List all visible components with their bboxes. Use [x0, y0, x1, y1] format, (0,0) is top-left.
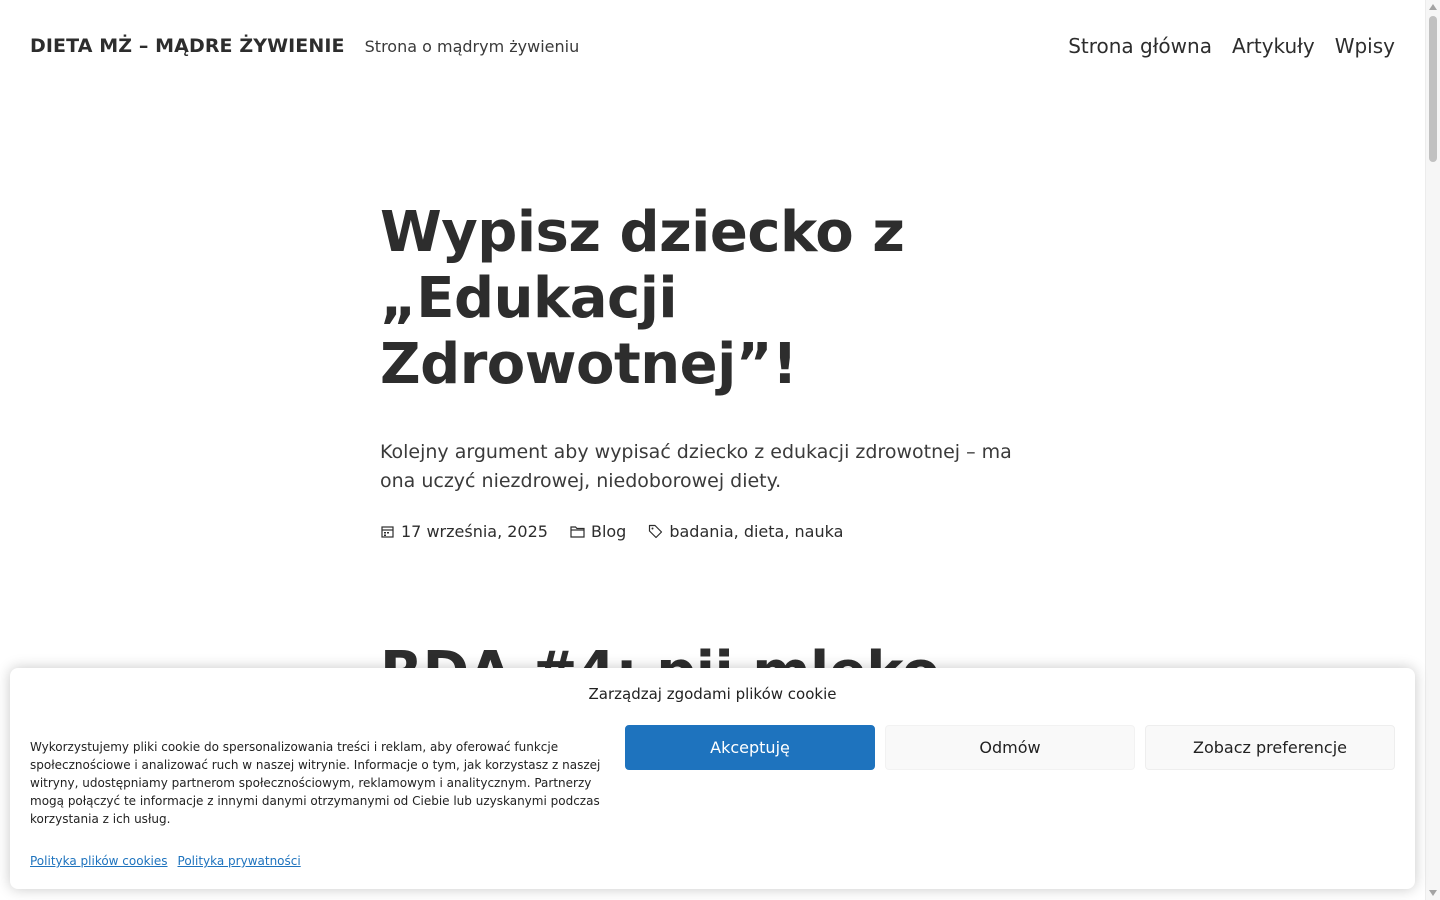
cookie-policy-link[interactable]: Polityka plików cookies [30, 854, 168, 868]
meta-tag-link[interactable]: nauka [795, 522, 844, 541]
meta-date-link[interactable]: 17 września, 2025 [401, 522, 548, 541]
cookie-banner-title: Zarządzaj zgodami plików cookie [588, 685, 837, 703]
privacy-policy-link[interactable]: Polityka prywatności [178, 854, 301, 868]
meta-tag-link[interactable]: dieta [744, 522, 785, 541]
main-nav: Strona główna Artykuły Wpisy [1068, 34, 1395, 58]
folder-icon [570, 524, 585, 539]
scroll-down-arrow-icon[interactable] [1429, 890, 1437, 896]
article-title-line-2: „Edukacji Zdrowotnej”! [380, 266, 798, 397]
site-title-link[interactable]: DIETA MŻ – MĄDRE ŻYWIENIE [30, 35, 345, 57]
deny-cookies-button[interactable]: Odmów [885, 725, 1135, 770]
meta-date: 17 września, 2025 [380, 522, 548, 541]
site-tagline: Strona o mądrym żywieniu [364, 36, 580, 56]
site-header: DIETA MŻ – MĄDRE ŻYWIENIE Strona o mądry… [30, 26, 1395, 66]
article-excerpt: Kolejny argument aby wypisać dziecko z e… [380, 441, 1012, 492]
article-title[interactable]: Wypisz dziecko z „Edukacji Zdrowotnej”! [380, 200, 1060, 398]
scrollbar-thumb[interactable] [1429, 16, 1437, 162]
view-preferences-button[interactable]: Zobacz preferencje [1145, 725, 1395, 770]
meta-category: Blog [570, 522, 626, 541]
calendar-icon [380, 524, 395, 539]
meta-category-link[interactable]: Blog [591, 522, 626, 541]
page-scrollbar[interactable] [1425, 0, 1440, 900]
cookie-banner-text: Wykorzystujemy pliki cookie do spersonal… [30, 740, 601, 826]
cookie-consent-banner: Zarządzaj zgodami plików cookie Wykorzys… [10, 668, 1415, 889]
scroll-up-arrow-icon[interactable] [1429, 4, 1437, 10]
cookie-policy-links: Polityka plików cookies Polityka prywatn… [30, 854, 301, 868]
meta-tags: badania, dieta, nauka [648, 522, 843, 541]
meta-tag-list: badania, dieta, nauka [669, 522, 844, 541]
article-title-line-1: Wypisz dziecko z [380, 200, 905, 265]
nav-item-home[interactable]: Strona główna [1068, 34, 1212, 58]
nav-item-articles[interactable]: Artykuły [1232, 34, 1315, 58]
tag-icon [648, 524, 663, 539]
meta-tag-link[interactable]: badania [669, 522, 733, 541]
article-meta: 17 września, 2025 Blog badania, dieta, n… [380, 522, 1060, 541]
nav-item-posts[interactable]: Wpisy [1335, 34, 1395, 58]
accept-cookies-button[interactable]: Akceptuję [625, 725, 875, 770]
article-entry: Wypisz dziecko z „Edukacji Zdrowotnej”! … [380, 200, 1060, 541]
